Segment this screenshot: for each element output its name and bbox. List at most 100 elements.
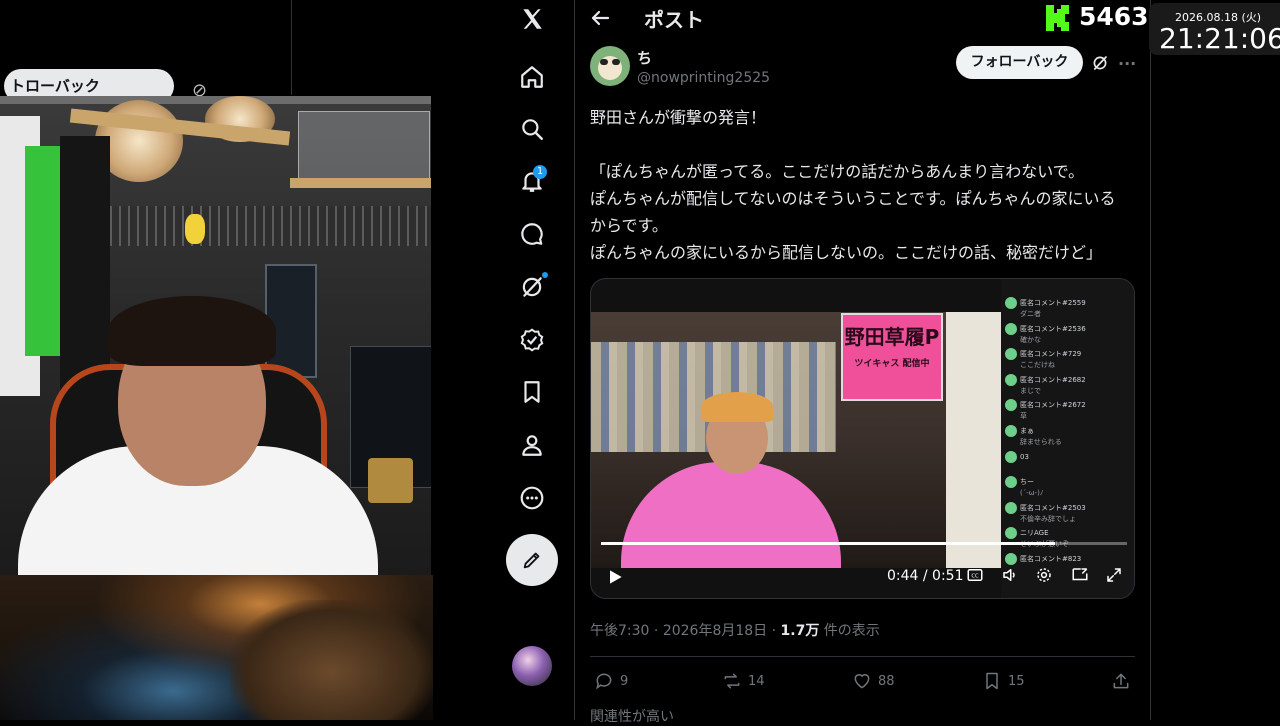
commenter-name: 匿名コメント#2672 xyxy=(1020,401,1086,410)
view-count: 1.7万 xyxy=(780,623,820,639)
grok-icon[interactable] xyxy=(1091,54,1109,72)
page-title: ポスト xyxy=(644,8,704,32)
commenter-avatar xyxy=(1005,348,1017,361)
home-icon[interactable] xyxy=(506,51,558,103)
profile-icon[interactable] xyxy=(506,419,558,471)
commenter-name: 匿名コメント#2536 xyxy=(1020,324,1086,333)
heart-icon xyxy=(854,674,870,689)
like-button[interactable]: 88 xyxy=(852,671,895,691)
notification-badge: 1 xyxy=(533,165,547,179)
reply-sort-label[interactable]: 関連性が高い xyxy=(590,706,674,726)
post-text-line: 「ぽんちゃんが匿ってる。ここだけの話だからあんまり言わないで。 xyxy=(590,162,1085,181)
volume-icon[interactable] xyxy=(1001,566,1019,584)
notifications-bell-icon[interactable] xyxy=(506,155,558,207)
video-player[interactable]: 野田草履P ツイキャス 配信中 匿名コメント#2559 ダニ者 匿名コメント#253… xyxy=(590,278,1135,599)
live-comment: 匿名コメント#2536 確かな xyxy=(1005,322,1133,345)
clock-time: 21:21:06 xyxy=(1159,22,1280,55)
live-comment: 匿名コメント#729 ここだけね xyxy=(1005,348,1133,370)
stream-banner: 野田草履P ツイキャス 配信中 xyxy=(841,313,943,401)
comment-text: (´-ω-)ﾉ xyxy=(1020,489,1044,498)
repost-count: 14 xyxy=(748,673,765,689)
post-metadata: 午後7:30 · 2026年8月18日 · 1.7万 件の表示 xyxy=(590,623,880,639)
viewer-count: 5463 xyxy=(1079,2,1149,31)
live-comment: 匿名コメント#2503 不倫辛み辞でしょ xyxy=(1005,501,1133,524)
comment-text: まじで xyxy=(1020,386,1041,395)
commenter-avatar xyxy=(1005,476,1017,489)
more-options-icon[interactable] xyxy=(506,472,558,524)
video-time: 0:44 / 0:51 xyxy=(887,568,964,584)
commenter-name: 匿名コメント#2682 xyxy=(1020,375,1086,384)
search-icon[interactable] xyxy=(506,103,558,155)
cave-rocks xyxy=(230,600,433,720)
reply-icon xyxy=(596,673,612,690)
streamer-hair xyxy=(701,392,773,422)
account-avatar[interactable] xyxy=(512,646,552,686)
settings-gear-icon[interactable] xyxy=(1035,566,1053,584)
picture-in-picture-icon[interactable] xyxy=(1071,566,1089,584)
shelf xyxy=(290,178,431,188)
bookmark-button[interactable]: 15 xyxy=(982,671,1025,691)
kick-logo-icon xyxy=(1044,3,1072,33)
commenter-name: 匿名コメント#729 xyxy=(1020,350,1082,359)
comment-text: 確かな xyxy=(1020,335,1041,344)
commenter-name: ニリAGE xyxy=(1020,529,1049,538)
messages-icon[interactable] xyxy=(506,208,558,260)
follow-back-button[interactable]: フォローバック xyxy=(956,46,1083,79)
comment-text: ここだけね xyxy=(1020,361,1055,370)
door xyxy=(946,312,1001,568)
x-logo-icon[interactable] xyxy=(506,0,558,45)
author-avatar[interactable] xyxy=(590,46,630,86)
video-frame: 野田草履P ツイキャス 配信中 xyxy=(591,312,1001,568)
commenter-name: ちー xyxy=(1020,478,1034,487)
brass-box xyxy=(368,458,413,503)
share-icon xyxy=(1113,673,1129,689)
post-date[interactable]: 2026年8月18日 xyxy=(663,623,767,639)
play-icon[interactable] xyxy=(605,567,625,591)
comment-text: ダニ者 xyxy=(1020,310,1041,318)
plush-toy xyxy=(185,214,205,244)
author-name[interactable]: ち xyxy=(637,47,652,68)
comment-text: 辞ませられる xyxy=(1020,438,1062,446)
more-options-icon[interactable]: ··· xyxy=(1118,54,1136,73)
back-arrow-icon[interactable] xyxy=(588,6,612,30)
webcam-feed xyxy=(0,96,431,575)
bookmark-icon xyxy=(986,672,998,690)
repost-icon xyxy=(724,673,740,689)
post-text-line: からです。 xyxy=(590,216,668,235)
svg-text:CC: CC xyxy=(971,574,979,580)
verified-icon[interactable] xyxy=(506,314,558,366)
divider xyxy=(291,0,292,95)
commenter-avatar xyxy=(1005,501,1017,514)
post-text-line: ぽんちゃんが配信してないのはそういうことです。ぽんちゃんの家にいる xyxy=(590,189,1116,208)
live-comment: まぁ 辞ませられる xyxy=(1005,425,1133,447)
bookmarks-icon[interactable] xyxy=(506,366,558,418)
captions-icon[interactable]: CC xyxy=(966,566,984,584)
divider xyxy=(1150,0,1151,720)
grok-icon[interactable] xyxy=(506,261,558,313)
pegboard xyxy=(110,206,431,246)
post-time[interactable]: 午後7:30 xyxy=(590,623,649,639)
post-text-line: 野田さんが衝撃の発言！ xyxy=(590,108,767,127)
side-navigation xyxy=(490,0,574,720)
commenter-avatar xyxy=(1005,399,1017,412)
streamer-body xyxy=(621,462,841,568)
repost-button[interactable]: 14 xyxy=(722,671,765,691)
commenter-name: 匿名コメント#2503 xyxy=(1020,503,1086,512)
banner-subtitle: ツイキャス 配信中 xyxy=(854,359,930,369)
commenter-avatar xyxy=(1005,527,1017,540)
video-progress-fill xyxy=(601,542,1055,545)
commenter-name: 03 xyxy=(1020,452,1029,461)
video-controls: 0:44 / 0:51 CC xyxy=(591,557,1134,597)
compose-post-button[interactable] xyxy=(506,534,558,586)
share-button[interactable] xyxy=(1111,671,1131,691)
commenter-avatar xyxy=(1005,425,1017,437)
commenter-avatar xyxy=(1005,450,1017,463)
reply-button[interactable]: 9 xyxy=(594,671,628,691)
fullscreen-icon[interactable] xyxy=(1105,566,1123,584)
view-label: 件の表示 xyxy=(823,623,880,639)
commenter-avatar xyxy=(1005,297,1017,309)
author-handle[interactable]: @nowprinting2525 xyxy=(637,70,770,86)
hanging-shirt xyxy=(60,136,110,396)
live-comment: ちー (´-ω-)ﾉ xyxy=(1005,476,1133,498)
divider xyxy=(590,656,1135,657)
